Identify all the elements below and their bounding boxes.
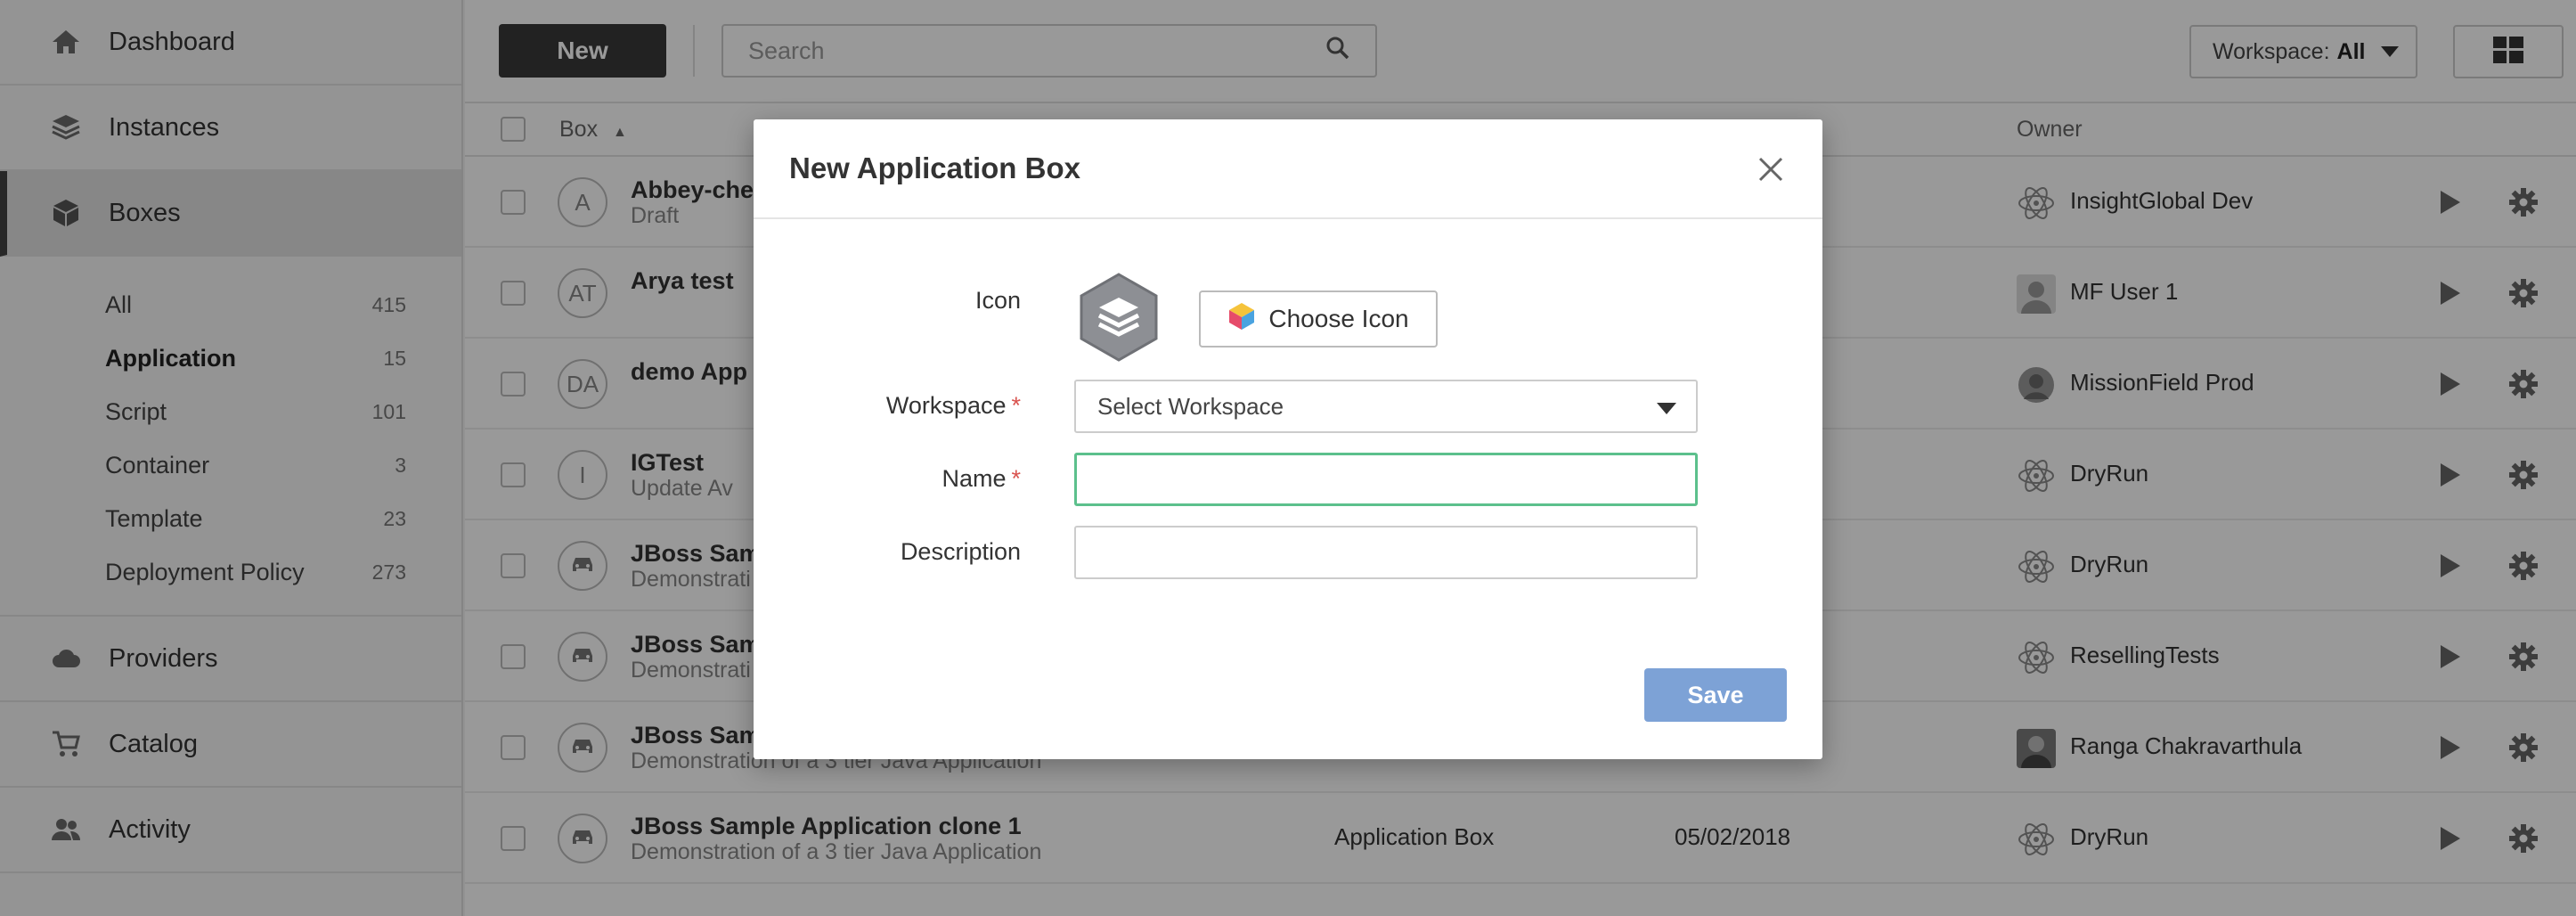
workspace-select-value: Select Workspace bbox=[1097, 392, 1284, 420]
name-input[interactable] bbox=[1074, 453, 1698, 506]
close-icon[interactable] bbox=[1753, 151, 1789, 187]
workspace-select[interactable]: Select Workspace bbox=[1074, 380, 1698, 433]
choose-icon-button[interactable]: Choose Icon bbox=[1199, 290, 1438, 348]
required-marker: * bbox=[1011, 392, 1021, 419]
modal-header: New Application Box bbox=[754, 119, 1822, 219]
workspace-label-text: Workspace bbox=[885, 392, 1007, 419]
modal-title: New Application Box bbox=[789, 151, 1080, 184]
color-cube-icon bbox=[1227, 301, 1256, 338]
save-button[interactable]: Save bbox=[1644, 668, 1787, 722]
box-icon-preview bbox=[1072, 271, 1165, 364]
required-marker: * bbox=[1011, 465, 1021, 492]
choose-icon-label: Choose Icon bbox=[1268, 305, 1409, 332]
name-label: Name * bbox=[754, 465, 1021, 493]
new-application-box-dialog: New Application Box Icon Choose Icon Wor… bbox=[754, 119, 1822, 759]
description-label: Description bbox=[900, 538, 1021, 565]
name-label-text: Name bbox=[942, 465, 1007, 492]
chevron-down-icon bbox=[1657, 403, 1676, 414]
workspace-label: Workspace * bbox=[754, 392, 1021, 420]
icon-label: Icon bbox=[974, 287, 1021, 314]
description-input[interactable] bbox=[1074, 526, 1698, 579]
